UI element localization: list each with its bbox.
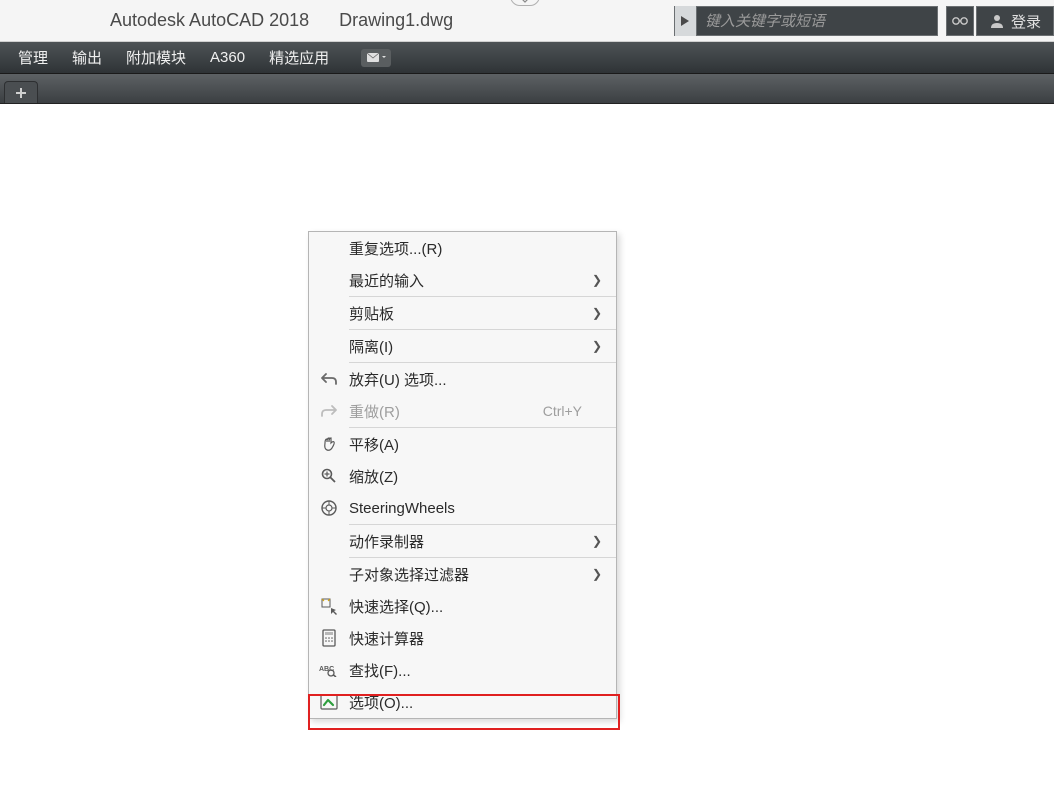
title-bar: Autodesk AutoCAD 2018 Drawing1.dwg 登录 xyxy=(0,0,1054,42)
cm-steeringwheels[interactable]: SteeringWheels xyxy=(309,492,616,524)
cm-quick-select[interactable]: 快速选择(Q)... xyxy=(309,590,616,622)
context-menu: 重复选项...(R) 最近的输入 ❯ 剪贴板 ❯ 隔离(I) ❯ 放弃(U) 选… xyxy=(308,231,617,719)
qat-dropdown-notch[interactable] xyxy=(510,0,540,6)
find-icon: ABC xyxy=(309,663,349,677)
search-go-button[interactable] xyxy=(675,6,697,36)
wheel-icon xyxy=(309,499,349,517)
undo-icon xyxy=(309,371,349,387)
chevron-right-icon: ❯ xyxy=(590,567,604,581)
mail-dropdown-button[interactable] xyxy=(361,49,391,67)
login-button[interactable]: 登录 xyxy=(976,6,1054,36)
zoom-icon xyxy=(309,467,349,485)
cm-recent-input[interactable]: 最近的输入 ❯ xyxy=(309,264,616,296)
redo-icon xyxy=(309,403,349,419)
document-name: Drawing1.dwg xyxy=(339,10,453,31)
login-label: 登录 xyxy=(1011,11,1041,32)
quick-select-icon xyxy=(309,597,349,615)
cm-find[interactable]: ABC 查找(F)... xyxy=(309,654,616,686)
cm-quick-calc[interactable]: 快速计算器 xyxy=(309,622,616,654)
infocenter-icon[interactable] xyxy=(946,6,974,36)
cm-isolate[interactable]: 隔离(I) ❯ xyxy=(309,330,616,362)
cm-pan[interactable]: 平移(A) xyxy=(309,428,616,460)
pan-icon xyxy=(309,435,349,453)
cm-clipboard[interactable]: 剪贴板 ❯ xyxy=(309,297,616,329)
cm-subobject-filter[interactable]: 子对象选择过滤器 ❯ xyxy=(309,558,616,590)
tab-manage[interactable]: 管理 xyxy=(18,47,48,68)
search-box xyxy=(674,6,938,36)
options-icon xyxy=(309,694,349,710)
app-title: Autodesk AutoCAD 2018 xyxy=(110,10,309,31)
document-tab-strip xyxy=(0,74,1054,104)
chevron-right-icon: ❯ xyxy=(590,534,604,548)
tab-a360[interactable]: A360 xyxy=(210,49,245,66)
chevron-right-icon: ❯ xyxy=(590,273,604,287)
tab-addons[interactable]: 附加模块 xyxy=(126,47,186,68)
plus-icon xyxy=(15,87,27,99)
calculator-icon xyxy=(309,629,349,647)
chevron-right-icon: ❯ xyxy=(590,306,604,320)
search-input[interactable] xyxy=(697,7,937,35)
title-right-cluster: 登录 xyxy=(674,0,1054,42)
cm-undo[interactable]: 放弃(U) 选项... xyxy=(309,363,616,395)
chevron-right-icon: ❯ xyxy=(590,339,604,353)
ribbon-tabs: 管理 输出 附加模块 A360 精选应用 xyxy=(0,42,1054,74)
user-icon xyxy=(989,13,1005,29)
tab-output[interactable]: 输出 xyxy=(72,47,102,68)
cm-repeat-options[interactable]: 重复选项...(R) xyxy=(309,232,616,264)
cm-action-recorder[interactable]: 动作录制器 ❯ xyxy=(309,525,616,557)
cm-zoom[interactable]: 缩放(Z) xyxy=(309,460,616,492)
cm-options[interactable]: 选项(O)... xyxy=(309,686,616,718)
tab-featured[interactable]: 精选应用 xyxy=(269,47,329,68)
new-tab-button[interactable] xyxy=(4,81,38,103)
cm-redo: 重做(R) Ctrl+Y xyxy=(309,395,616,427)
